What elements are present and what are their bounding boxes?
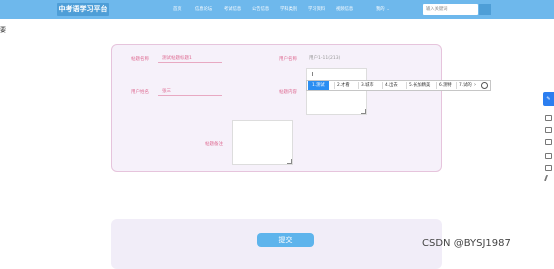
top-navigation-bar: 中考语学习平台 首页 信息论坛 考试信息 公告信息 学科类别 学习资料 视频信息… bbox=[0, 0, 554, 19]
ime-candidate[interactable]: 1.测试 bbox=[308, 81, 329, 90]
nav-item-material[interactable]: 学习资料 bbox=[308, 6, 325, 12]
ime-candidate[interactable]: 2.才看 bbox=[337, 81, 350, 90]
divider bbox=[334, 82, 335, 89]
divider bbox=[456, 82, 457, 89]
briefcase-icon[interactable] bbox=[545, 127, 552, 133]
chat-icon[interactable] bbox=[545, 139, 552, 145]
ime-candidate[interactable]: 6.测特 bbox=[439, 81, 452, 90]
chevron-right-icon[interactable]: › bbox=[474, 81, 476, 90]
ime-candidate[interactable]: 5.长加精美 bbox=[409, 81, 430, 90]
user-name-label: 用户姓名 bbox=[131, 90, 149, 95]
ime-candidate-bar: 1.测试 2.才看 3.城市 4.出去 5.长加精美 6.测特 7.试的 › bbox=[306, 80, 491, 91]
breadcrumb: 要 bbox=[0, 27, 7, 34]
camera-icon[interactable] bbox=[545, 115, 552, 121]
emoji-icon[interactable] bbox=[481, 82, 488, 89]
grid-icon[interactable] bbox=[545, 153, 552, 159]
chevron-down-icon: ⌄ bbox=[386, 7, 390, 11]
post-content-label: 帖题内容 bbox=[279, 90, 297, 95]
divider bbox=[406, 82, 407, 89]
site-logo[interactable]: 中考语学习平台 bbox=[57, 3, 109, 16]
post-content-textarea[interactable]: I bbox=[306, 68, 367, 115]
nav-item-exam[interactable]: 考试信息 bbox=[224, 6, 241, 12]
nav-item-subject[interactable]: 学科类别 bbox=[280, 6, 297, 12]
pencil-icon[interactable] bbox=[543, 175, 554, 181]
search-button[interactable] bbox=[479, 4, 491, 15]
text-cursor: I bbox=[312, 72, 314, 78]
ime-candidate[interactable]: 7.试的 bbox=[459, 81, 472, 90]
post-title-label: 帖题名称 bbox=[131, 57, 149, 62]
search-input[interactable] bbox=[423, 4, 478, 15]
ime-candidate[interactable]: 4.出去 bbox=[385, 81, 398, 90]
divider bbox=[358, 82, 359, 89]
divider bbox=[382, 82, 383, 89]
nav-item-home[interactable]: 首页 bbox=[173, 6, 182, 12]
nav-item-video[interactable]: 视频信息 bbox=[336, 6, 353, 12]
user-name-field[interactable]: 张三 bbox=[158, 87, 222, 96]
resize-handle[interactable] bbox=[361, 109, 366, 114]
user-menu[interactable]: 我的 ⌄ bbox=[376, 6, 390, 12]
post-title-field[interactable]: 测试帖题标题1 bbox=[158, 54, 222, 63]
resize-handle[interactable] bbox=[287, 159, 292, 164]
remark-label: 帖题备注 bbox=[205, 142, 223, 147]
user-menu-label: 我的 bbox=[376, 7, 385, 12]
submit-button[interactable]: 提交 bbox=[257, 233, 314, 247]
nav-item-notice[interactable]: 公告信息 bbox=[252, 6, 269, 12]
username-field[interactable]: 用户1-11(213) bbox=[307, 54, 367, 63]
edit-dock-button[interactable]: ✎ bbox=[543, 92, 554, 106]
nav-item-forum[interactable]: 信息论坛 bbox=[195, 6, 212, 12]
pen-icon: ✎ bbox=[546, 96, 551, 102]
divider bbox=[436, 82, 437, 89]
ime-candidate[interactable]: 3.城市 bbox=[361, 81, 374, 90]
layers-icon[interactable] bbox=[545, 165, 552, 171]
username-label: 用户名称 bbox=[279, 57, 297, 62]
watermark: CSDN @BYSJ1987 bbox=[422, 238, 511, 249]
remark-textarea[interactable] bbox=[232, 120, 293, 165]
